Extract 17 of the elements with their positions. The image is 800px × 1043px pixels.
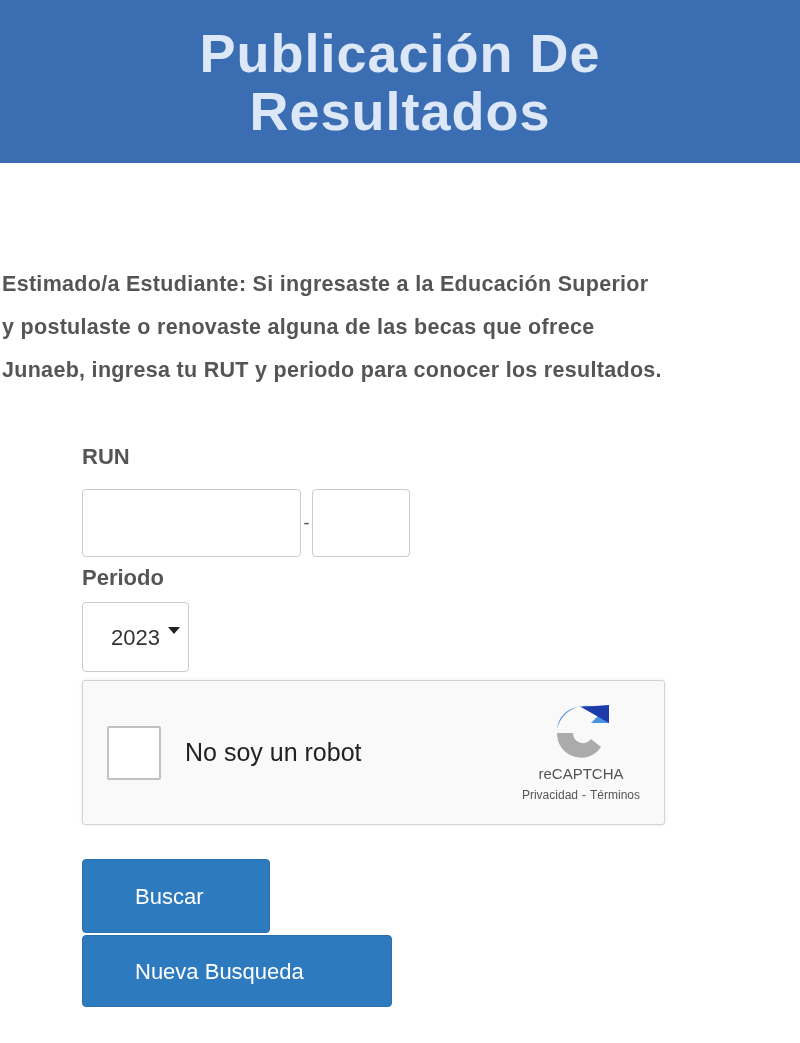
captcha-label: No soy un robot xyxy=(185,736,362,768)
run-check-digit-field[interactable] xyxy=(312,489,410,557)
page-title: Publicación De Resultados xyxy=(199,23,601,140)
captcha-checkbox[interactable] xyxy=(107,725,161,780)
run-label: RUN xyxy=(82,443,131,471)
recaptcha-brand: reCAPTCHA xyxy=(538,764,624,785)
run-separator: - xyxy=(302,511,311,535)
terms-link[interactable]: Términos xyxy=(590,785,640,804)
link-separator: - xyxy=(582,786,586,804)
period-label: Periodo xyxy=(82,564,165,592)
intro-paragraph: Estimado/a Estudiante: Si ingresaste a la Educación Superior y postulaste o renovaste alguna de las becas que ofrece Junaeb, ingresa tu RUT y periodo para conocer los resultados. xyxy=(2,271,663,384)
privacy-link[interactable]: Privacidad xyxy=(521,785,578,804)
caret-icon xyxy=(168,627,180,634)
search-button[interactable]: Buscar xyxy=(82,859,270,933)
period-select[interactable]: 2023 xyxy=(82,602,189,672)
run-number-field[interactable] xyxy=(82,489,301,557)
new-search-button[interactable]: Nueva Busqueda xyxy=(82,935,392,1007)
